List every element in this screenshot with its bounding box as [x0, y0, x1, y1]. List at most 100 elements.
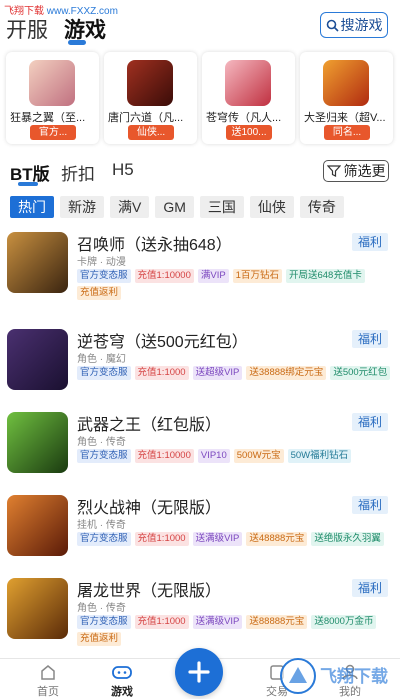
game-tag: 送48888元宝	[246, 532, 308, 546]
nav-home[interactable]: 首页	[18, 663, 78, 699]
game-tag: 充值返利	[77, 286, 122, 300]
game-tag: 官方变态服	[77, 615, 131, 629]
game-title: 屠龙世界（无限版）	[77, 583, 222, 600]
welfare-badge[interactable]: 福利	[352, 330, 388, 348]
game-list-item[interactable]: 屠龙世界（无限版） 角色 · 传奇 福利 官方变态服 充值1:1000 送满级V…	[0, 571, 400, 653]
add-plus-button[interactable]	[175, 648, 223, 696]
category-full-vip[interactable]: 满V	[110, 196, 150, 218]
featured-game-thumb	[323, 60, 369, 106]
nav-game-label: 游戏	[111, 686, 133, 698]
game-tag: 充值返利	[77, 632, 122, 646]
category-hot[interactable]: 热门	[10, 196, 54, 218]
game-title: 烈火战神（无限版）	[77, 500, 222, 517]
watermark-logo: 飞翔下载	[280, 658, 388, 694]
category-three-kingdoms[interactable]: 三国	[199, 196, 244, 218]
featured-games: 狂暴之翼（至... 官方... 唐门六道（凡... 仙侠... 苍穹传（凡人..…	[6, 52, 394, 144]
featured-game-tag: 官方...	[30, 125, 76, 140]
game-meta: 挂机 · 传奇	[77, 520, 126, 531]
featured-game-name: 大圣归来（超V...	[304, 112, 386, 124]
category-tabs: 热门 新游 满V GM 三国 仙侠 传奇	[10, 196, 400, 218]
game-title: 武器之王（红包版）	[77, 417, 222, 434]
game-tag: 送500元红包	[330, 366, 391, 380]
featured-card[interactable]: 大圣归来（超V... 同名...	[300, 52, 393, 144]
game-list-item[interactable]: 逆苍穹（送500元红包） 角色 · 魔幻 福利 官方变态服 充值1:1000 送…	[0, 322, 400, 404]
game-tags: 官方变态服 充值1:1000 送满级VIP 送48888元宝 送绝版永久羽翼	[77, 532, 395, 546]
game-tag: 充值1:10000	[134, 269, 194, 283]
game-thumb	[7, 578, 68, 639]
tab-discount[interactable]: 折扣	[61, 160, 95, 185]
filter-label: 筛选更	[343, 163, 386, 179]
game-tag: 满VIP	[197, 269, 229, 283]
tab-h5[interactable]: H5	[112, 160, 134, 180]
filter-icon	[326, 165, 341, 177]
featured-card[interactable]: 唐门六道（凡... 仙侠...	[104, 52, 197, 144]
game-tags: 官方变态服 充值1:10000 满VIP 1百万钻石 开局送648充值卡 充值返…	[77, 269, 395, 300]
featured-game-name: 苍穹传（凡人...	[206, 112, 282, 124]
tab-open-server[interactable]: 开服	[6, 14, 48, 44]
category-gm[interactable]: GM	[155, 196, 194, 218]
game-tag: 开局送648充值卡	[285, 269, 365, 283]
subtab-active-indicator	[18, 182, 38, 186]
game-tag: VIP10	[197, 449, 230, 463]
game-tags: 官方变态服 充值1:10000 VIP10 500W元宝 50W福利钻石	[77, 449, 395, 463]
bottom-watermark-text: 飞翔下载	[320, 666, 388, 687]
game-tag: 送满级VIP	[192, 532, 243, 546]
welfare-badge[interactable]: 福利	[352, 233, 388, 251]
filter-button[interactable]: 筛选更	[323, 160, 389, 182]
game-tag: 送绝版永久羽翼	[311, 532, 384, 546]
game-tag: 送8000万金币	[311, 615, 377, 629]
featured-card[interactable]: 狂暴之翼（至... 官方...	[6, 52, 99, 144]
game-tag: 50W福利钻石	[287, 449, 352, 463]
featured-game-tag: 仙侠...	[128, 125, 174, 140]
featured-card[interactable]: 苍穹传（凡人... 送100...	[202, 52, 295, 144]
game-list-item[interactable]: 烈火战神（无限版） 挂机 · 传奇 福利 官方变态服 充值1:1000 送满级V…	[0, 488, 400, 570]
featured-game-thumb	[127, 60, 173, 106]
game-tag: 充值1:1000	[134, 615, 189, 629]
search-game-button[interactable]: 搜游戏	[320, 12, 388, 38]
game-thumb	[7, 412, 68, 473]
search-icon	[326, 19, 339, 32]
game-title: 召唤师（送永抽648）	[77, 237, 232, 254]
game-tag: 官方变态服	[77, 449, 131, 463]
game-tag: 500W元宝	[233, 449, 284, 463]
category-xianxia[interactable]: 仙侠	[249, 196, 294, 218]
game-tag: 送满级VIP	[192, 615, 243, 629]
featured-game-thumb	[29, 60, 75, 106]
game-tag: 充值1:1000	[134, 532, 189, 546]
game-thumb	[7, 329, 68, 390]
game-tag: 官方变态服	[77, 366, 131, 380]
featured-game-name: 狂暴之翼（至...	[10, 112, 86, 124]
game-title: 逆苍穹（送500元红包）	[77, 334, 248, 351]
game-tags: 官方变态服 充值1:1000 送超级VIP 送38888绑定元宝 送500元红包	[77, 366, 395, 380]
category-legend[interactable]: 传奇	[299, 196, 344, 218]
game-meta: 角色 · 传奇	[77, 603, 126, 614]
welfare-badge[interactable]: 福利	[352, 579, 388, 597]
game-tags: 官方变态服 充值1:1000 送满级VIP 送88888元宝 送8000万金币 …	[77, 615, 395, 646]
game-thumb	[7, 495, 68, 556]
home-icon	[41, 665, 55, 680]
nav-home-label: 首页	[37, 686, 59, 698]
game-tag: 充值1:1000	[134, 366, 189, 380]
welfare-badge[interactable]: 福利	[352, 413, 388, 431]
tab-active-indicator	[68, 40, 86, 45]
game-tag: 1百万钻石	[232, 269, 282, 283]
game-list-item[interactable]: 召唤师（送永抽648） 卡牌 · 动漫 福利 官方变态服 充值1:10000 满…	[0, 225, 400, 307]
featured-game-name: 唐门六道（凡...	[108, 112, 184, 124]
plus-icon	[188, 661, 210, 683]
game-tag: 送88888元宝	[246, 615, 308, 629]
featured-game-tag: 送100...	[226, 125, 272, 140]
game-meta: 卡牌 · 动漫	[77, 257, 126, 268]
game-meta: 角色 · 传奇	[77, 437, 126, 448]
category-new[interactable]: 新游	[60, 196, 104, 218]
search-game-label: 搜游戏	[340, 17, 383, 33]
game-tag: 官方变态服	[77, 532, 131, 546]
game-tag: 充值1:10000	[134, 449, 194, 463]
game-list-item[interactable]: 武器之王（红包版） 角色 · 传奇 福利 官方变态服 充值1:10000 VIP…	[0, 405, 400, 487]
featured-game-tag: 同名...	[324, 125, 370, 140]
game-tag: 送超级VIP	[192, 366, 243, 380]
welfare-badge[interactable]: 福利	[352, 496, 388, 514]
nav-game[interactable]: 游戏	[92, 663, 152, 699]
featured-game-thumb	[225, 60, 271, 106]
gamepad-icon	[112, 666, 132, 679]
version-tabs: BT版 折扣 H5 筛选更	[0, 156, 400, 190]
